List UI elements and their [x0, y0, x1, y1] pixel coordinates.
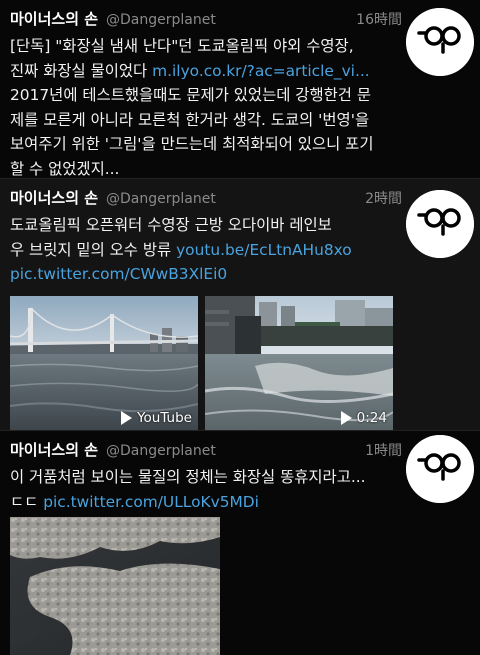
tweet-text-segment: 진짜 화장실 물이었다 — [10, 61, 148, 80]
tweet-text-line: 도쿄올림픽 오픈워터 수영장 근방 오다이바 레인보 — [10, 216, 332, 234]
play-icon — [121, 410, 133, 425]
glasses-face-icon[interactable] — [406, 190, 474, 258]
glasses-face-icon[interactable] — [406, 8, 474, 76]
tweet-text-line: 이 거품처럼 보이는 물질의 정체는 화장실 똥휴지라고... — [10, 468, 366, 486]
author-name[interactable]: 마이너스의 손 — [10, 8, 98, 29]
article-link[interactable]: m.ilyo.co.kr/?ac=article_vi... — [152, 62, 370, 80]
tweet-text: [단독] "화장실 냄새 난다"던 도쿄올림픽 야외 수영장, 진짜 화장실 물… — [10, 34, 400, 181]
tweet-header: 마이너스의 손 @Dangerplanet 1時間 — [10, 439, 402, 460]
play-icon — [340, 410, 352, 425]
foam-water-image — [10, 517, 220, 655]
author-handle[interactable]: @Dangerplanet — [106, 191, 216, 207]
youtube-link[interactable]: youtu.be/EcLtnAHu8xo — [176, 241, 352, 259]
glasses-face-icon[interactable] — [406, 435, 474, 503]
video-thumbnail[interactable]: 0:24 — [205, 295, 393, 431]
media-row: YouTube 0:24 — [10, 295, 470, 431]
author-handle[interactable]: @Dangerplanet — [106, 12, 216, 28]
author-handle[interactable]: @Dangerplanet — [106, 443, 216, 459]
tweet-text-line: 보여주기 위한 '그림'을 만드는데 최적화되어 있으니 포기 — [10, 135, 374, 153]
tweet-text-line: 제를 모른게 아니라 모른척 한거라 생각. 도쿄의 '번영'을 — [10, 110, 370, 129]
tweet-feed: 마이너스의 손 @Dangerplanet 16時間 [단독] "화장실 냄새 … — [0, 0, 480, 655]
video-source-label: YouTube — [137, 409, 192, 426]
tweet-header: 마이너스의 손 @Dangerplanet 2時間 — [10, 187, 402, 208]
pic-link[interactable]: pic.twitter.com/ULLoKv5MDi — [43, 493, 259, 511]
timestamp[interactable]: 2時間 — [365, 188, 402, 208]
timestamp[interactable]: 1時間 — [365, 440, 402, 460]
video-label[interactable]: YouTube — [121, 410, 192, 426]
photo-thumbnail[interactable] — [10, 517, 220, 655]
pic-link[interactable]: pic.twitter.com/CWwB3XlEi0 — [10, 262, 400, 287]
tweet[interactable]: 마이너스의 손 @Dangerplanet 2時間 도쿄올림픽 오픈워터 수영장… — [0, 178, 480, 431]
video-label[interactable]: 0:24 — [340, 409, 387, 426]
author-name[interactable]: 마이너스의 손 — [10, 187, 98, 208]
video-thumbnail-youtube[interactable]: YouTube — [10, 295, 198, 431]
tweet-text-segment: ㄷㄷ — [10, 492, 39, 511]
timestamp[interactable]: 16時間 — [356, 9, 402, 29]
tweet-text-line: ㄷㄷ pic.twitter.com/ULLoKv5MDi — [10, 490, 400, 515]
author-name[interactable]: 마이너스의 손 — [10, 439, 98, 460]
video-duration: 0:24 — [356, 409, 387, 426]
tweet-text-segment: 우 브릿지 밑의 오수 방류 — [10, 240, 172, 259]
tweet-text-line: [단독] "화장실 냄새 난다"던 도쿄올림픽 야외 수영장, — [10, 37, 354, 55]
tweet[interactable]: 마이너스의 손 @Dangerplanet 1時間 이 거품처럼 보이는 물질의… — [0, 430, 480, 655]
tweet-header: 마이너스의 손 @Dangerplanet 16時間 — [10, 8, 402, 29]
tweet[interactable]: 마이너스의 손 @Dangerplanet 16時間 [단독] "화장실 냄새 … — [0, 0, 480, 178]
tweet-text: 도쿄올림픽 오픈워터 수영장 근방 오다이바 레인보 우 브릿지 밑의 오수 방… — [10, 213, 400, 287]
tweet-text-line: 진짜 화장실 물이었다 m.ilyo.co.kr/?ac=article_vi.… — [10, 59, 400, 84]
tweet-text-line: 우 브릿지 밑의 오수 방류 youtu.be/EcLtnAHu8xo — [10, 238, 400, 263]
tweet-text: 이 거품처럼 보이는 물질의 정체는 화장실 똥휴지라고... ㄷㄷ pic.t… — [10, 465, 400, 514]
tweet-text-line: 2017년에 테스트했을때도 문제가 있었는데 강행한건 문 — [10, 86, 371, 104]
